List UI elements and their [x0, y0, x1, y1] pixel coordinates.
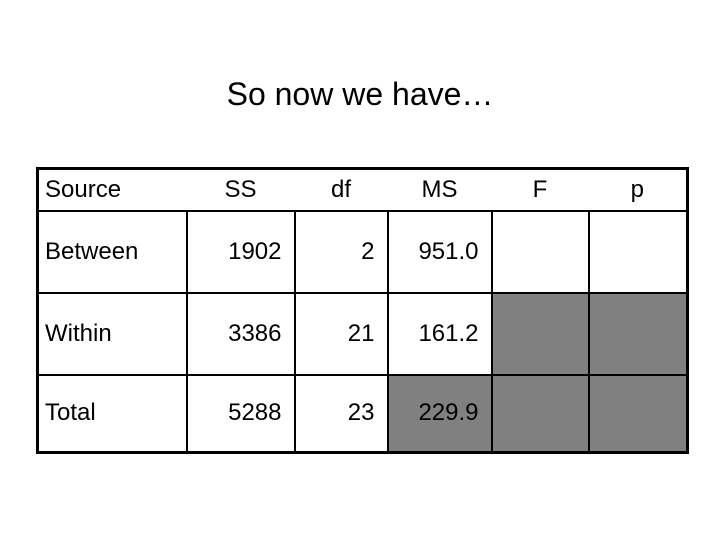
cell-df: 23 — [293, 374, 389, 453]
anova-table: Source SS df MS F p Between 1902 2 951.0… — [36, 167, 689, 454]
table-header-row: Source SS df MS F p — [36, 168, 689, 211]
header-ss: SS — [224, 175, 257, 203]
cell-ss: 1902 — [185, 210, 296, 293]
cell-source: Within — [36, 292, 188, 375]
table-row-between: Between 1902 2 951.0 — [36, 210, 689, 293]
cell-f-shaded — [490, 374, 590, 453]
cell-f — [490, 210, 590, 293]
cell-ss: 3386 — [185, 292, 296, 375]
cell-df: 21 — [293, 292, 389, 375]
cell-ss: 5288 — [185, 374, 296, 453]
cell-p-shaded — [587, 374, 689, 453]
header-ms: MS — [421, 175, 458, 203]
header-f: F — [532, 175, 548, 203]
cell-ms: 161.2 — [386, 292, 493, 375]
table-row-within: Within 3386 21 161.2 — [36, 292, 689, 375]
cell-f-shaded — [490, 292, 590, 375]
cell-source: Between — [36, 210, 188, 293]
table-row-total: Total 5288 23 229.9 — [36, 374, 689, 453]
cell-p — [587, 210, 689, 293]
cell-source: Total — [36, 374, 188, 453]
cell-ms-shaded: 229.9 — [386, 374, 493, 453]
cell-p-shaded — [587, 292, 689, 375]
header-p: p — [588, 168, 689, 211]
header-df: df — [330, 175, 351, 203]
cell-ms: 951.0 — [386, 210, 493, 293]
header-source: Source — [36, 168, 187, 211]
cell-df: 2 — [293, 210, 389, 293]
slide-title: So now we have… — [226, 76, 494, 112]
